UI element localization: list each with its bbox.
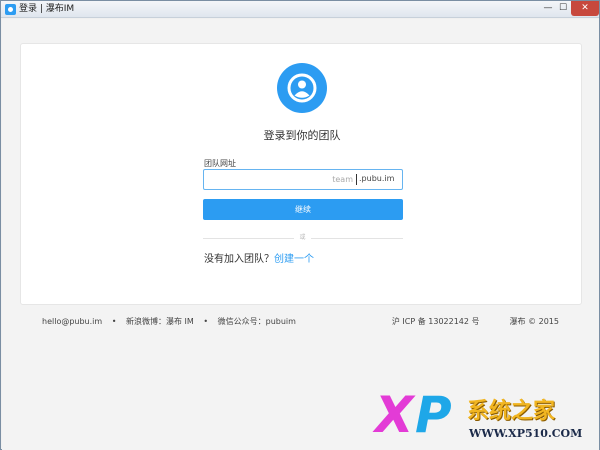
- close-button[interactable]: ✕: [571, 1, 599, 16]
- divider-left: [203, 238, 294, 239]
- text-caret: [356, 174, 357, 185]
- footer-separator: •: [111, 317, 117, 326]
- create-team-line: 没有加入团队？创建一个: [204, 250, 314, 265]
- footer-weibo-link[interactable]: 新浪微博：瀑布 IM: [126, 317, 194, 326]
- login-card: 登录到你的团队 团队网址 .pubu.im 继续 或 没有加入团队？创建一个: [20, 43, 582, 305]
- watermark-x-letter: X: [375, 386, 414, 444]
- footer-right: 沪 ICP 备 13022142 号 瀑布 © 2015: [392, 316, 559, 327]
- footer-wechat-text: 微信公众号：pubuim: [217, 317, 296, 326]
- page-title: 登录到你的团队: [263, 129, 341, 142]
- footer-separator: •: [203, 317, 209, 326]
- title-bar[interactable]: 登录 | 瀑布IM — ☐ ✕: [1, 1, 599, 18]
- continue-button[interactable]: 继续: [203, 199, 403, 220]
- site-watermark-logo: X P 系统之家 WWW.XP510.COM: [371, 389, 599, 449]
- team-url-input[interactable]: [204, 170, 356, 189]
- app-icon: [5, 4, 16, 15]
- team-url-label: 团队网址: [204, 159, 236, 168]
- client-area: 登录到你的团队 团队网址 .pubu.im 继续 或 没有加入团队？创建一个 h…: [2, 19, 599, 450]
- footer-left: hello@pubu.im • 新浪微博：瀑布 IM • 微信公众号：pubui…: [42, 316, 296, 327]
- user-icon: [277, 63, 327, 113]
- team-url-field[interactable]: .pubu.im: [203, 169, 403, 190]
- window-title: 登录 | 瀑布IM: [19, 4, 75, 14]
- watermark-site-url: WWW.XP510.COM: [469, 427, 583, 440]
- url-suffix: .pubu.im: [359, 174, 395, 183]
- footer-email-link[interactable]: hello@pubu.im: [42, 317, 102, 326]
- maximize-button[interactable]: ☐: [556, 1, 570, 16]
- watermark-site-name: 系统之家: [467, 398, 556, 424]
- divider-right: [311, 238, 403, 239]
- create-team-link[interactable]: 创建一个: [274, 254, 314, 265]
- footer-copyright: 瀑布 © 2015: [509, 317, 559, 326]
- no-team-text: 没有加入团队？: [204, 254, 274, 265]
- watermark-p-letter: P: [415, 386, 452, 444]
- footer-icp-link[interactable]: 沪 ICP 备 13022142 号: [392, 317, 480, 326]
- app-window: 登录 | 瀑布IM — ☐ ✕ 登录到你的团队 团队网址 .pubu.im 继续: [0, 0, 600, 450]
- divider-or: 或: [299, 234, 306, 241]
- minimize-button[interactable]: —: [541, 1, 555, 16]
